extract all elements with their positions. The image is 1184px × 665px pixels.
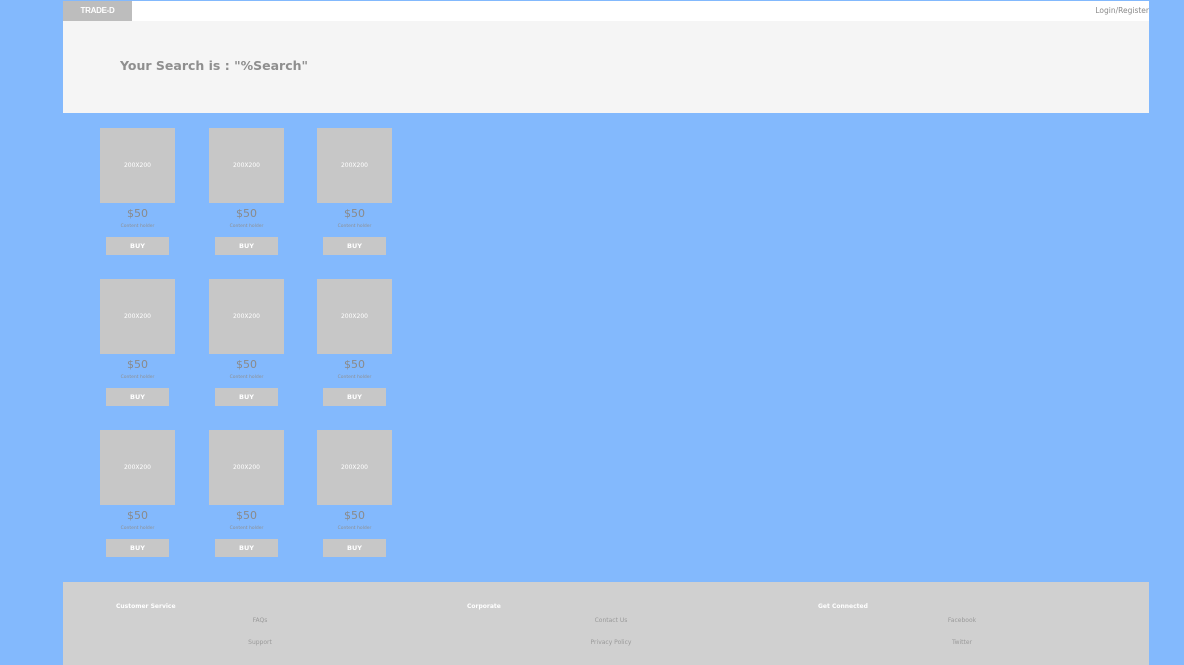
buy-button[interactable]: BUY: [106, 237, 169, 255]
product-price: $50: [127, 509, 148, 522]
buy-button[interactable]: BUY: [215, 539, 278, 557]
product-price: $50: [127, 358, 148, 371]
product-image-placeholder[interactable]: 200X200: [317, 279, 392, 354]
buy-button[interactable]: BUY: [215, 388, 278, 406]
login-register-link[interactable]: Login/Register: [1095, 1, 1149, 21]
search-banner: Your Search is : "%Search": [63, 21, 1149, 113]
top-bar: TRADE-D Login/Register: [63, 1, 1149, 21]
product-image-placeholder[interactable]: 200X200: [209, 430, 284, 505]
product-description: Content holder: [337, 224, 372, 229]
footer-link-contact-us[interactable]: Contact Us: [551, 617, 671, 624]
buy-button[interactable]: BUY: [323, 388, 386, 406]
footer-link-support[interactable]: Support: [200, 639, 320, 646]
product-description: Content holder: [120, 375, 155, 380]
product-description: Content holder: [337, 375, 372, 380]
product-card: 200X200 $50 Content holder BUY: [209, 279, 284, 409]
product-image-placeholder[interactable]: 200X200: [100, 128, 175, 203]
footer-heading-get-connected: Get Connected: [818, 603, 868, 610]
product-price: $50: [127, 207, 148, 220]
product-card: 200X200 $50 Content holder BUY: [100, 279, 175, 409]
footer: Customer Service FAQs Support Corporate …: [63, 582, 1149, 665]
footer-link-twitter[interactable]: Twitter: [902, 639, 1022, 646]
footer-link-facebook[interactable]: Facebook: [902, 617, 1022, 624]
product-card: 200X200 $50 Content holder BUY: [100, 430, 175, 560]
product-card: 200X200 $50 Content holder BUY: [317, 128, 392, 258]
product-image-placeholder[interactable]: 200X200: [100, 430, 175, 505]
search-heading: Your Search is : "%Search": [120, 58, 309, 73]
product-image-placeholder[interactable]: 200X200: [317, 430, 392, 505]
product-price: $50: [236, 358, 257, 371]
product-card: 200X200 $50 Content holder BUY: [209, 128, 284, 258]
footer-link-privacy-policy[interactable]: Privacy Policy: [551, 639, 671, 646]
product-image-placeholder[interactable]: 200X200: [209, 128, 284, 203]
product-price: $50: [344, 509, 365, 522]
product-price: $50: [236, 509, 257, 522]
product-card: 200X200 $50 Content holder BUY: [100, 128, 175, 258]
product-description: Content holder: [120, 526, 155, 531]
product-description: Content holder: [229, 526, 264, 531]
product-image-placeholder[interactable]: 200X200: [100, 279, 175, 354]
product-description: Content holder: [120, 224, 155, 229]
product-card: 200X200 $50 Content holder BUY: [209, 430, 284, 560]
buy-button[interactable]: BUY: [106, 388, 169, 406]
product-description: Content holder: [229, 224, 264, 229]
footer-heading-customer-service: Customer Service: [116, 603, 176, 610]
product-price: $50: [344, 358, 365, 371]
product-description: Content holder: [337, 526, 372, 531]
product-card: 200X200 $50 Content holder BUY: [317, 430, 392, 560]
buy-button[interactable]: BUY: [323, 237, 386, 255]
footer-heading-corporate: Corporate: [467, 603, 501, 610]
product-description: Content holder: [229, 375, 264, 380]
product-price: $50: [236, 207, 257, 220]
product-card: 200X200 $50 Content holder BUY: [317, 279, 392, 409]
product-image-placeholder[interactable]: 200X200: [317, 128, 392, 203]
buy-button[interactable]: BUY: [215, 237, 278, 255]
footer-link-faqs[interactable]: FAQs: [200, 617, 320, 624]
site-logo[interactable]: TRADE-D: [63, 1, 132, 21]
buy-button[interactable]: BUY: [323, 539, 386, 557]
buy-button[interactable]: BUY: [106, 539, 169, 557]
product-price: $50: [344, 207, 365, 220]
product-image-placeholder[interactable]: 200X200: [209, 279, 284, 354]
